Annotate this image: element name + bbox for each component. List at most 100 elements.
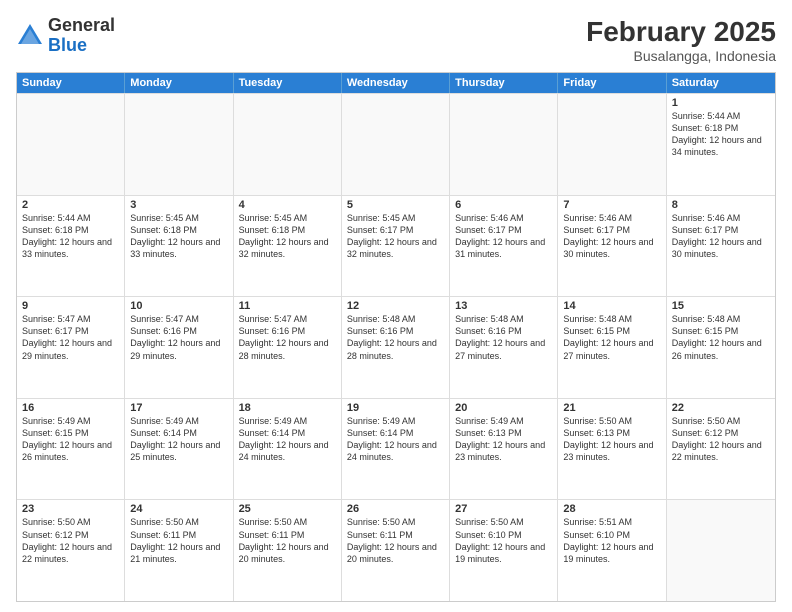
calendar-cell-1-6: 8Sunrise: 5:46 AM Sunset: 6:17 PM Daylig… bbox=[667, 196, 775, 297]
day-info: Sunrise: 5:48 AM Sunset: 6:15 PM Dayligh… bbox=[672, 313, 770, 362]
calendar-row-1: 2Sunrise: 5:44 AM Sunset: 6:18 PM Daylig… bbox=[17, 195, 775, 297]
day-info: Sunrise: 5:50 AM Sunset: 6:12 PM Dayligh… bbox=[22, 516, 119, 565]
calendar-cell-1-0: 2Sunrise: 5:44 AM Sunset: 6:18 PM Daylig… bbox=[17, 196, 125, 297]
day-info: Sunrise: 5:50 AM Sunset: 6:13 PM Dayligh… bbox=[563, 415, 660, 464]
calendar-cell-4-5: 28Sunrise: 5:51 AM Sunset: 6:10 PM Dayli… bbox=[558, 500, 666, 601]
calendar-cell-3-1: 17Sunrise: 5:49 AM Sunset: 6:14 PM Dayli… bbox=[125, 399, 233, 500]
day-info: Sunrise: 5:48 AM Sunset: 6:16 PM Dayligh… bbox=[347, 313, 444, 362]
day-info: Sunrise: 5:50 AM Sunset: 6:11 PM Dayligh… bbox=[130, 516, 227, 565]
day-number: 24 bbox=[130, 503, 227, 515]
calendar-cell-4-4: 27Sunrise: 5:50 AM Sunset: 6:10 PM Dayli… bbox=[450, 500, 558, 601]
calendar-cell-0-0 bbox=[17, 94, 125, 195]
header-sunday: Sunday bbox=[17, 73, 125, 93]
day-info: Sunrise: 5:50 AM Sunset: 6:12 PM Dayligh… bbox=[672, 415, 770, 464]
day-info: Sunrise: 5:48 AM Sunset: 6:15 PM Dayligh… bbox=[563, 313, 660, 362]
calendar-cell-3-0: 16Sunrise: 5:49 AM Sunset: 6:15 PM Dayli… bbox=[17, 399, 125, 500]
calendar-cell-1-3: 5Sunrise: 5:45 AM Sunset: 6:17 PM Daylig… bbox=[342, 196, 450, 297]
calendar-row-2: 9Sunrise: 5:47 AM Sunset: 6:17 PM Daylig… bbox=[17, 296, 775, 398]
calendar-cell-2-2: 11Sunrise: 5:47 AM Sunset: 6:16 PM Dayli… bbox=[234, 297, 342, 398]
day-info: Sunrise: 5:50 AM Sunset: 6:11 PM Dayligh… bbox=[347, 516, 444, 565]
calendar-cell-1-2: 4Sunrise: 5:45 AM Sunset: 6:18 PM Daylig… bbox=[234, 196, 342, 297]
day-number: 4 bbox=[239, 199, 336, 211]
calendar-cell-3-5: 21Sunrise: 5:50 AM Sunset: 6:13 PM Dayli… bbox=[558, 399, 666, 500]
day-number: 27 bbox=[455, 503, 552, 515]
logo: General Blue bbox=[16, 16, 115, 56]
page: General Blue February 2025 Busalangga, I… bbox=[0, 0, 792, 612]
day-info: Sunrise: 5:50 AM Sunset: 6:10 PM Dayligh… bbox=[455, 516, 552, 565]
header-tuesday: Tuesday bbox=[234, 73, 342, 93]
day-number: 22 bbox=[672, 402, 770, 414]
day-number: 2 bbox=[22, 199, 119, 211]
day-info: Sunrise: 5:51 AM Sunset: 6:10 PM Dayligh… bbox=[563, 516, 660, 565]
day-number: 26 bbox=[347, 503, 444, 515]
day-info: Sunrise: 5:44 AM Sunset: 6:18 PM Dayligh… bbox=[672, 110, 770, 159]
calendar-cell-4-6 bbox=[667, 500, 775, 601]
calendar-cell-0-3 bbox=[342, 94, 450, 195]
calendar-cell-4-1: 24Sunrise: 5:50 AM Sunset: 6:11 PM Dayli… bbox=[125, 500, 233, 601]
calendar-cell-0-4 bbox=[450, 94, 558, 195]
day-info: Sunrise: 5:46 AM Sunset: 6:17 PM Dayligh… bbox=[455, 212, 552, 261]
calendar-row-0: 1Sunrise: 5:44 AM Sunset: 6:18 PM Daylig… bbox=[17, 93, 775, 195]
day-info: Sunrise: 5:50 AM Sunset: 6:11 PM Dayligh… bbox=[239, 516, 336, 565]
day-number: 5 bbox=[347, 199, 444, 211]
header-thursday: Thursday bbox=[450, 73, 558, 93]
calendar-cell-3-2: 18Sunrise: 5:49 AM Sunset: 6:14 PM Dayli… bbox=[234, 399, 342, 500]
title-block: February 2025 Busalangga, Indonesia bbox=[586, 16, 776, 64]
day-number: 10 bbox=[130, 300, 227, 312]
calendar-cell-3-4: 20Sunrise: 5:49 AM Sunset: 6:13 PM Dayli… bbox=[450, 399, 558, 500]
day-number: 23 bbox=[22, 503, 119, 515]
calendar-cell-1-4: 6Sunrise: 5:46 AM Sunset: 6:17 PM Daylig… bbox=[450, 196, 558, 297]
header-saturday: Saturday bbox=[667, 73, 775, 93]
calendar-cell-0-1 bbox=[125, 94, 233, 195]
calendar-cell-1-1: 3Sunrise: 5:45 AM Sunset: 6:18 PM Daylig… bbox=[125, 196, 233, 297]
day-number: 21 bbox=[563, 402, 660, 414]
day-info: Sunrise: 5:47 AM Sunset: 6:17 PM Dayligh… bbox=[22, 313, 119, 362]
day-info: Sunrise: 5:44 AM Sunset: 6:18 PM Dayligh… bbox=[22, 212, 119, 261]
calendar-cell-2-0: 9Sunrise: 5:47 AM Sunset: 6:17 PM Daylig… bbox=[17, 297, 125, 398]
calendar-cell-2-4: 13Sunrise: 5:48 AM Sunset: 6:16 PM Dayli… bbox=[450, 297, 558, 398]
calendar-cell-0-5 bbox=[558, 94, 666, 195]
day-number: 6 bbox=[455, 199, 552, 211]
day-number: 18 bbox=[239, 402, 336, 414]
header-wednesday: Wednesday bbox=[342, 73, 450, 93]
day-info: Sunrise: 5:49 AM Sunset: 6:14 PM Dayligh… bbox=[130, 415, 227, 464]
header-friday: Friday bbox=[558, 73, 666, 93]
day-info: Sunrise: 5:46 AM Sunset: 6:17 PM Dayligh… bbox=[563, 212, 660, 261]
day-number: 19 bbox=[347, 402, 444, 414]
day-number: 15 bbox=[672, 300, 770, 312]
day-info: Sunrise: 5:47 AM Sunset: 6:16 PM Dayligh… bbox=[239, 313, 336, 362]
calendar-cell-4-2: 25Sunrise: 5:50 AM Sunset: 6:11 PM Dayli… bbox=[234, 500, 342, 601]
header-monday: Monday bbox=[125, 73, 233, 93]
day-number: 1 bbox=[672, 97, 770, 109]
day-number: 16 bbox=[22, 402, 119, 414]
day-info: Sunrise: 5:45 AM Sunset: 6:18 PM Dayligh… bbox=[130, 212, 227, 261]
day-info: Sunrise: 5:47 AM Sunset: 6:16 PM Dayligh… bbox=[130, 313, 227, 362]
day-info: Sunrise: 5:46 AM Sunset: 6:17 PM Dayligh… bbox=[672, 212, 770, 261]
calendar-cell-2-3: 12Sunrise: 5:48 AM Sunset: 6:16 PM Dayli… bbox=[342, 297, 450, 398]
day-number: 25 bbox=[239, 503, 336, 515]
month-year: February 2025 bbox=[586, 16, 776, 48]
day-number: 12 bbox=[347, 300, 444, 312]
day-info: Sunrise: 5:49 AM Sunset: 6:13 PM Dayligh… bbox=[455, 415, 552, 464]
calendar-cell-3-3: 19Sunrise: 5:49 AM Sunset: 6:14 PM Dayli… bbox=[342, 399, 450, 500]
day-info: Sunrise: 5:49 AM Sunset: 6:15 PM Dayligh… bbox=[22, 415, 119, 464]
calendar-cell-2-1: 10Sunrise: 5:47 AM Sunset: 6:16 PM Dayli… bbox=[125, 297, 233, 398]
calendar-row-3: 16Sunrise: 5:49 AM Sunset: 6:15 PM Dayli… bbox=[17, 398, 775, 500]
day-number: 20 bbox=[455, 402, 552, 414]
logo-text: General Blue bbox=[48, 16, 115, 56]
day-info: Sunrise: 5:45 AM Sunset: 6:17 PM Dayligh… bbox=[347, 212, 444, 261]
day-number: 13 bbox=[455, 300, 552, 312]
calendar-row-4: 23Sunrise: 5:50 AM Sunset: 6:12 PM Dayli… bbox=[17, 499, 775, 601]
calendar: Sunday Monday Tuesday Wednesday Thursday… bbox=[16, 72, 776, 602]
calendar-cell-1-5: 7Sunrise: 5:46 AM Sunset: 6:17 PM Daylig… bbox=[558, 196, 666, 297]
logo-blue: Blue bbox=[48, 35, 87, 55]
day-number: 9 bbox=[22, 300, 119, 312]
calendar-cell-4-3: 26Sunrise: 5:50 AM Sunset: 6:11 PM Dayli… bbox=[342, 500, 450, 601]
day-info: Sunrise: 5:48 AM Sunset: 6:16 PM Dayligh… bbox=[455, 313, 552, 362]
calendar-body: 1Sunrise: 5:44 AM Sunset: 6:18 PM Daylig… bbox=[17, 93, 775, 601]
header: General Blue February 2025 Busalangga, I… bbox=[16, 16, 776, 64]
day-number: 28 bbox=[563, 503, 660, 515]
calendar-cell-2-5: 14Sunrise: 5:48 AM Sunset: 6:15 PM Dayli… bbox=[558, 297, 666, 398]
day-info: Sunrise: 5:45 AM Sunset: 6:18 PM Dayligh… bbox=[239, 212, 336, 261]
day-number: 3 bbox=[130, 199, 227, 211]
